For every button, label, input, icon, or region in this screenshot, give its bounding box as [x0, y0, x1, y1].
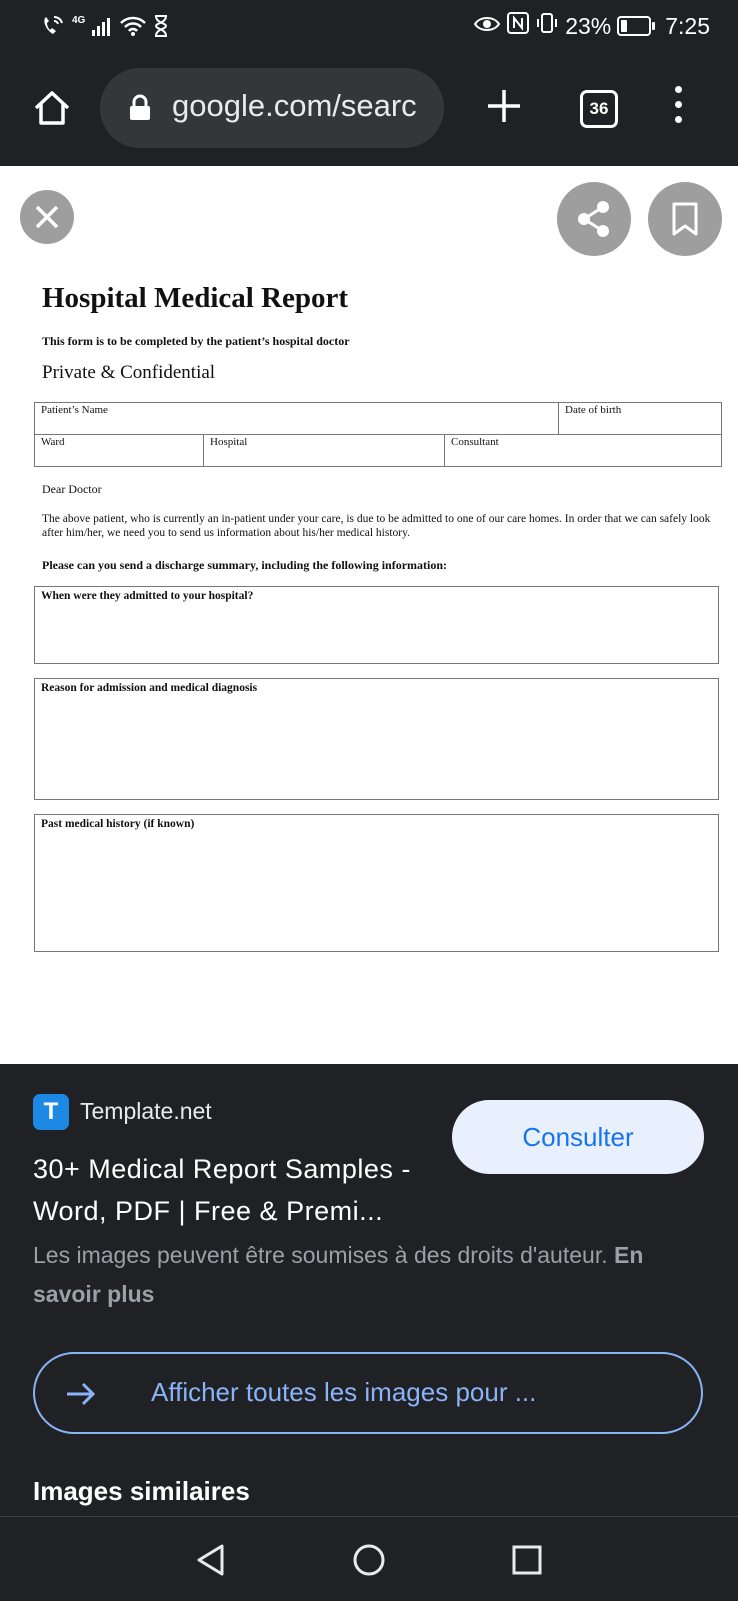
question-label: Reason for admission and medical diagnos… — [41, 682, 258, 694]
wifi-icon — [119, 15, 147, 42]
plus-icon — [488, 90, 520, 122]
copyright-notice: Les images peuvent être soumises à des d… — [33, 1236, 713, 1314]
similar-images-heading: Images similaires — [33, 1476, 250, 1506]
battery-icon — [617, 16, 656, 36]
status-right-icons: 23% 7:25 — [473, 12, 710, 40]
visit-button[interactable]: Consulter — [452, 1100, 704, 1174]
greeting: Dear Doctor — [42, 482, 102, 496]
recents-square-icon — [512, 1545, 542, 1575]
home-nav-button[interactable] — [352, 1543, 386, 1582]
view-all-images-button[interactable]: Afficher toutes les images pour ... — [33, 1352, 703, 1434]
battery-percent: 23% — [565, 12, 612, 39]
home-button[interactable] — [30, 86, 74, 130]
consultant-field: Consultant — [444, 434, 722, 467]
url-bar[interactable]: google.com/searc — [100, 68, 444, 148]
nfc-icon — [507, 12, 530, 40]
question-box-admission-date: When were they admitted to your hospital… — [34, 586, 719, 664]
vibrate-icon — [535, 12, 559, 40]
patient-info-table: Patient’s Name Date of birth Ward Hospit… — [34, 402, 722, 467]
home-circle-icon — [353, 1544, 385, 1576]
recents-button[interactable] — [510, 1543, 544, 1582]
status-bar: 4G 23% 7:25 — [0, 0, 738, 54]
tabs-icon: 36 — [589, 99, 609, 118]
patient-name-field: Patient’s Name — [34, 402, 559, 435]
question-label: Past medical history (if known) — [41, 818, 195, 830]
source-favicon: T — [33, 1094, 69, 1130]
close-button[interactable] — [20, 190, 74, 244]
clock: 7:25 — [665, 12, 710, 39]
status-left-icons: 4G — [40, 14, 169, 43]
more-options-button[interactable] — [668, 86, 688, 130]
back-button[interactable] — [194, 1543, 228, 1582]
new-tab-button[interactable] — [482, 84, 526, 128]
confidential-label: Private & Confidential — [42, 362, 216, 383]
intro-paragraph: The above patient, who is currently an i… — [42, 513, 711, 539]
hospital-field: Hospital — [203, 434, 445, 467]
result-title[interactable]: 30+ Medical Report Samples - Word, PDF |… — [33, 1148, 433, 1232]
question-label: When were they admitted to your hospital… — [41, 590, 254, 602]
bookmark-button[interactable] — [648, 182, 722, 256]
image-preview: Hospital Medical Report This form is to … — [0, 166, 738, 1064]
eye-icon — [473, 13, 501, 40]
tab-switcher-button[interactable]: 36 — [580, 90, 618, 128]
lock-icon — [128, 94, 152, 127]
request-line: Please can you send a discharge summary,… — [42, 558, 448, 572]
signal-icon — [91, 15, 113, 42]
question-box-history: Past medical history (if known) — [34, 814, 719, 952]
document-subtitle: This form is to be completed by the pati… — [42, 334, 350, 348]
copyright-text: Les images peuvent être soumises à des d… — [33, 1242, 608, 1268]
ward-field: Ward — [34, 434, 204, 467]
result-details-panel: T Template.net 30+ Medical Report Sample… — [0, 1064, 738, 1516]
document-title: Hospital Medical Report — [42, 282, 349, 314]
bookmark-icon — [672, 202, 698, 236]
home-icon — [34, 91, 70, 125]
date-of-birth-field: Date of birth — [558, 402, 722, 435]
network-type-label: 4G — [72, 15, 86, 26]
system-nav-bar — [0, 1516, 738, 1601]
arrow-right-icon — [65, 1380, 97, 1413]
hourglass-icon — [153, 15, 169, 42]
share-icon — [578, 201, 609, 237]
source-name[interactable]: Template.net — [80, 1098, 212, 1125]
back-triangle-icon — [197, 1544, 224, 1576]
close-icon — [35, 205, 59, 229]
more-vert-icon — [668, 86, 688, 123]
share-button[interactable] — [557, 182, 631, 256]
browser-toolbar: google.com/searc 36 — [0, 54, 738, 166]
view-all-label: Afficher toutes les images pour ... — [151, 1377, 537, 1407]
url-text: google.com/searc — [172, 88, 417, 123]
wifi-calling-icon — [40, 14, 66, 43]
question-box-reason: Reason for admission and medical diagnos… — [34, 678, 719, 800]
